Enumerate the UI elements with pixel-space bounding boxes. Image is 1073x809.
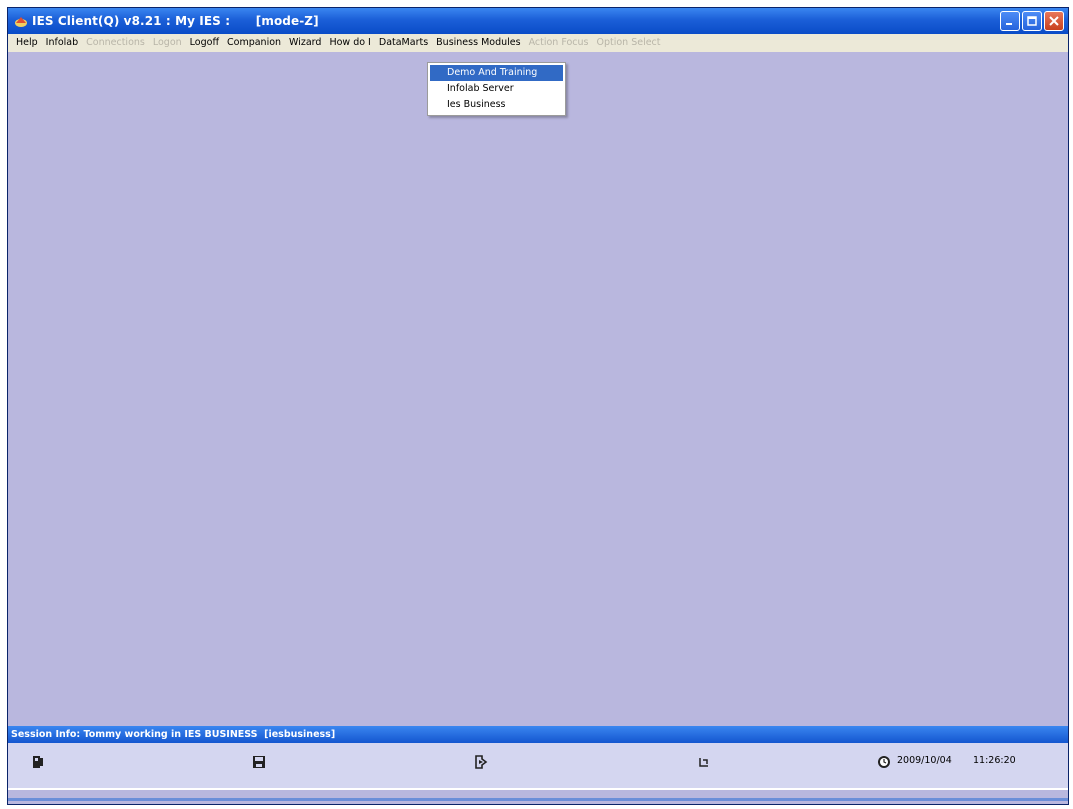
title-bar[interactable]: IES Client(Q) v8.21 : My IES : [mode-Z] <box>8 8 1068 34</box>
next-icon[interactable] <box>473 754 489 770</box>
session-info-bar: Session Info: Tommy working in IES BUSIN… <box>8 726 1068 743</box>
dropdown-item-demo-and-training[interactable]: Demo And Training <box>430 65 563 81</box>
window-title: IES Client(Q) v8.21 : My IES : [mode-Z] <box>32 14 319 28</box>
phone-icon[interactable] <box>30 754 46 770</box>
app-icon <box>14 14 28 28</box>
close-button[interactable] <box>1044 11 1064 31</box>
menu-datamarts[interactable]: DataMarts <box>375 34 432 52</box>
menu-infolab[interactable]: Infolab <box>42 34 82 52</box>
menu-logoff[interactable]: Logoff <box>186 34 223 52</box>
minimize-icon <box>1006 23 1012 25</box>
menu-bar: Help Infolab Connections Logon Logoff Co… <box>8 34 1068 52</box>
datamarts-dropdown: Demo And Training Infolab Server Ies Bus… <box>427 62 566 116</box>
menu-how-do-i[interactable]: How do I <box>325 34 374 52</box>
menu-logon: Logon <box>152 37 182 48</box>
save-icon[interactable] <box>251 754 267 770</box>
clock-icon <box>878 756 890 768</box>
app-window: IES Client(Q) v8.21 : My IES : [mode-Z] … <box>7 7 1069 805</box>
status-time: 11:26:20 <box>973 755 1016 766</box>
bottom-toolbar: 2009/10/04 11:26:20 <box>8 743 1068 788</box>
menu-connections: Connections <box>86 37 145 48</box>
menu-business-modules[interactable]: Business Modules <box>432 34 524 52</box>
bottom-divider <box>8 798 1068 801</box>
window-controls <box>1000 11 1064 31</box>
dropdown-item-infolab-server[interactable]: Infolab Server <box>430 81 563 97</box>
maximize-button[interactable] <box>1022 11 1042 31</box>
menu-companion[interactable]: Companion <box>223 34 285 52</box>
fetch-icon[interactable] <box>696 754 712 770</box>
close-icon <box>1049 16 1059 26</box>
status-date: 2009/10/04 <box>897 755 952 766</box>
menu-help[interactable]: Help <box>12 34 42 52</box>
screen: IES Client(Q) v8.21 : My IES : [mode-Z] … <box>0 0 1073 809</box>
dropdown-item-ies-business[interactable]: Ies Business <box>430 97 563 113</box>
minimize-button[interactable] <box>1000 11 1020 31</box>
bottom-strip <box>8 788 1068 804</box>
menu-action-focus: Action Focus <box>528 37 589 48</box>
menu-option-select: Option Select <box>596 37 661 48</box>
maximize-icon <box>1027 16 1037 26</box>
menu-wizard[interactable]: Wizard <box>285 34 325 52</box>
